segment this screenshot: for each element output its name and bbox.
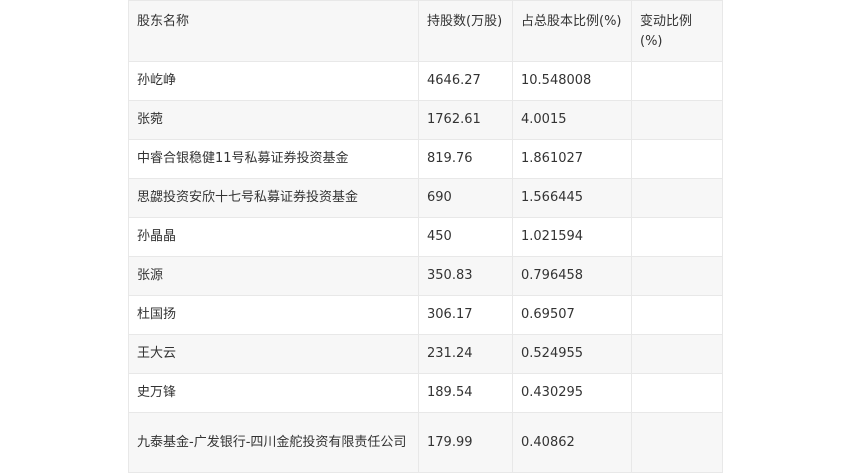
header-share-ratio: 占总股本比例(%) (512, 0, 632, 62)
cell-ratio: 10.548008 (512, 61, 632, 101)
cell-shares: 179.99 (418, 412, 513, 473)
shareholder-table-container: 股东名称 持股数(万股) 占总股本比例(%) 变动比例(%) 孙屹峥 4646.… (128, 0, 723, 473)
table-row: 九泰基金-广发银行-四川金舵投资有限责任公司 179.99 0.40862 (128, 412, 723, 473)
table-header: 股东名称 持股数(万股) 占总股本比例(%) 变动比例(%) (128, 0, 723, 62)
header-shareholder-name: 股东名称 (128, 0, 419, 62)
cell-shares: 1762.61 (418, 100, 513, 140)
cell-ratio: 0.430295 (512, 373, 632, 413)
table-row: 张源 350.83 0.796458 (128, 256, 723, 296)
header-shares-held: 持股数(万股) (418, 0, 513, 62)
table-body: 孙屹峥 4646.27 10.548008 张菀 1762.61 4.0015 … (128, 61, 723, 473)
cell-change (631, 412, 723, 473)
cell-ratio: 4.0015 (512, 100, 632, 140)
table-row: 中睿合银稳健11号私募证券投资基金 819.76 1.861027 (128, 139, 723, 179)
cell-change (631, 334, 723, 374)
table-row: 张菀 1762.61 4.0015 (128, 100, 723, 140)
cell-shares: 189.54 (418, 373, 513, 413)
cell-change (631, 256, 723, 296)
cell-shares: 450 (418, 217, 513, 257)
table-row: 孙屹峥 4646.27 10.548008 (128, 61, 723, 101)
cell-ratio: 0.796458 (512, 256, 632, 296)
cell-change (631, 217, 723, 257)
cell-name: 史万锋 (128, 373, 419, 413)
shareholder-table: 股东名称 持股数(万股) 占总股本比例(%) 变动比例(%) 孙屹峥 4646.… (128, 0, 723, 473)
cell-name: 思勰投资安欣十七号私募证券投资基金 (128, 178, 419, 218)
cell-name: 王大云 (128, 334, 419, 374)
table-row: 杜国扬 306.17 0.69507 (128, 295, 723, 335)
cell-name: 孙屹峥 (128, 61, 419, 101)
cell-ratio: 0.524955 (512, 334, 632, 374)
table-row: 王大云 231.24 0.524955 (128, 334, 723, 374)
header-row: 股东名称 持股数(万股) 占总股本比例(%) 变动比例(%) (128, 0, 723, 62)
cell-change (631, 100, 723, 140)
cell-change (631, 295, 723, 335)
cell-name: 中睿合银稳健11号私募证券投资基金 (128, 139, 419, 179)
cell-shares: 350.83 (418, 256, 513, 296)
cell-ratio: 1.861027 (512, 139, 632, 179)
cell-shares: 306.17 (418, 295, 513, 335)
cell-shares: 4646.27 (418, 61, 513, 101)
cell-change (631, 61, 723, 101)
cell-ratio: 1.566445 (512, 178, 632, 218)
cell-ratio: 0.40862 (512, 412, 632, 473)
cell-ratio: 1.021594 (512, 217, 632, 257)
cell-name: 九泰基金-广发银行-四川金舵投资有限责任公司 (128, 412, 419, 473)
cell-shares: 690 (418, 178, 513, 218)
cell-change (631, 178, 723, 218)
table-row: 思勰投资安欣十七号私募证券投资基金 690 1.566445 (128, 178, 723, 218)
cell-change (631, 373, 723, 413)
cell-change (631, 139, 723, 179)
table-row: 孙晶晶 450 1.021594 (128, 217, 723, 257)
cell-name: 杜国扬 (128, 295, 419, 335)
cell-name: 孙晶晶 (128, 217, 419, 257)
cell-name: 张源 (128, 256, 419, 296)
header-change-ratio: 变动比例(%) (631, 0, 723, 62)
cell-ratio: 0.69507 (512, 295, 632, 335)
cell-shares: 819.76 (418, 139, 513, 179)
table-row: 史万锋 189.54 0.430295 (128, 373, 723, 413)
cell-name: 张菀 (128, 100, 419, 140)
cell-shares: 231.24 (418, 334, 513, 374)
